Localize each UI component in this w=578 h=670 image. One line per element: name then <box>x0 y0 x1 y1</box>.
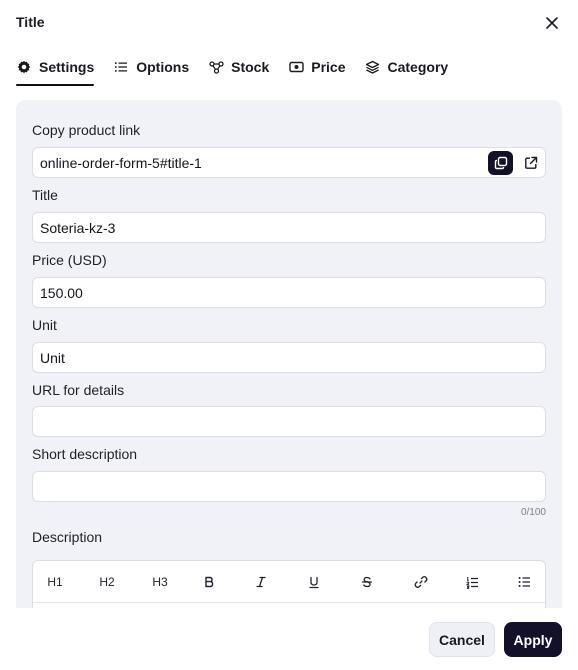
price-input[interactable] <box>40 284 538 301</box>
title-label: Title <box>32 187 58 203</box>
unit-input[interactable] <box>40 349 538 366</box>
short-description-field[interactable] <box>32 471 546 502</box>
character-counter: 0/100 <box>520 507 546 518</box>
heading-3-icon: H3 <box>152 575 168 589</box>
tab-price[interactable]: Price <box>288 56 346 78</box>
title-input[interactable] <box>40 219 538 236</box>
heading-3-button[interactable]: H3 <box>147 571 173 593</box>
dialog-title: Title <box>16 14 45 30</box>
editor-toolbar: H1 H2 H3 <box>33 561 545 603</box>
link-button[interactable] <box>408 571 434 593</box>
banknote-icon <box>288 59 304 75</box>
copy-icon <box>494 156 507 170</box>
nodes-icon <box>208 59 224 75</box>
description-label: Description <box>32 529 103 545</box>
url-details-input[interactable] <box>40 413 538 430</box>
gear-icon <box>16 59 32 75</box>
italic-icon <box>256 576 266 588</box>
tab-stock[interactable]: Stock <box>208 56 269 78</box>
product-settings-dialog: Title Settings Options Stock Price Categ… <box>0 0 578 670</box>
tab-label: Options <box>136 59 190 75</box>
cancel-button[interactable]: Cancel <box>429 622 495 657</box>
underline-icon <box>309 576 319 588</box>
short-description-label: Short description <box>32 446 138 462</box>
underline-button[interactable] <box>301 571 327 593</box>
tab-label: Price <box>311 59 346 75</box>
ordered-list-icon <box>465 576 478 589</box>
unit-label: Unit <box>32 317 57 333</box>
italic-button[interactable] <box>248 571 274 593</box>
layers-icon <box>365 59 381 75</box>
tab-settings[interactable]: Settings <box>16 56 95 86</box>
close-button[interactable] <box>541 12 563 34</box>
tab-label: Category <box>387 59 449 75</box>
product-link-value: online-order-form-5#title-1 <box>40 154 202 171</box>
copy-link-label: Copy product link <box>32 122 141 138</box>
url-details-label: URL for details <box>32 382 125 398</box>
price-field[interactable] <box>32 277 546 308</box>
strikethrough-icon <box>361 576 373 588</box>
close-icon <box>546 17 558 29</box>
bullet-list-button[interactable] <box>511 571 537 593</box>
open-link-button[interactable] <box>520 152 542 174</box>
tab-label: Settings <box>39 59 95 75</box>
link-icon <box>414 576 428 588</box>
url-details-field[interactable] <box>32 406 546 437</box>
description-editor[interactable]: H1 H2 H3 <box>32 560 546 608</box>
bold-button[interactable] <box>196 571 222 593</box>
heading-1-icon: H1 <box>47 575 63 589</box>
external-link-icon <box>525 156 538 169</box>
list-icon <box>113 59 129 75</box>
ordered-list-button[interactable] <box>459 571 485 593</box>
heading-1-button[interactable]: H1 <box>42 571 68 593</box>
tab-bar: Settings Options Stock Price Category <box>16 56 467 88</box>
price-label: Price (USD) <box>32 252 107 268</box>
bold-icon <box>205 576 214 588</box>
tab-label: Stock <box>231 59 270 75</box>
short-description-input[interactable] <box>40 478 538 495</box>
heading-2-icon: H2 <box>99 575 115 589</box>
strikethrough-button[interactable] <box>354 571 380 593</box>
copy-link-button[interactable] <box>488 151 513 175</box>
product-link-field: online-order-form-5#title-1 <box>32 147 546 178</box>
tab-options[interactable]: Options <box>113 56 189 78</box>
unit-field[interactable] <box>32 342 546 373</box>
settings-panel: Copy product link online-order-form-5#ti… <box>16 100 562 608</box>
heading-2-button[interactable]: H2 <box>94 571 120 593</box>
title-field[interactable] <box>32 212 546 243</box>
bullet-list-icon <box>518 577 530 587</box>
tab-category[interactable]: Category <box>365 56 449 78</box>
apply-button[interactable]: Apply <box>504 622 562 657</box>
